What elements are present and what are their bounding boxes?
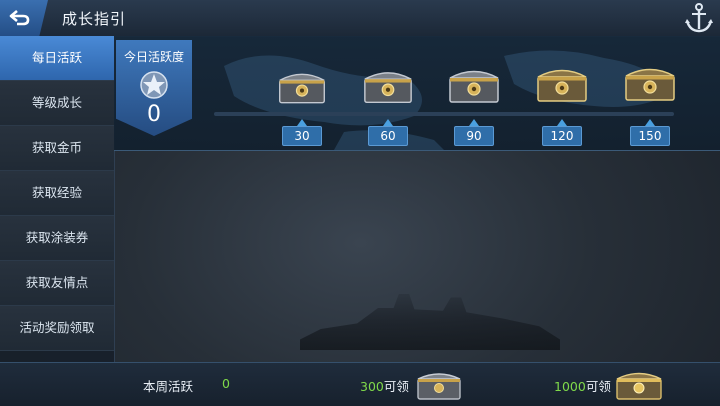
weekly-claim-label: 可领 bbox=[383, 379, 409, 394]
treasure-chest-icon bbox=[449, 70, 499, 103]
treasure-chest-icon bbox=[279, 73, 325, 104]
milestone-marker: 90 bbox=[454, 119, 494, 146]
today-activity-value: 0 bbox=[147, 102, 161, 127]
daily-activity-panel: 今日活跃度 0 30 60 90 120 150 bbox=[114, 36, 720, 151]
weekly-activity-bar: 本周活跃 0 300可领 1000可领 bbox=[0, 362, 720, 406]
star-rank-icon bbox=[140, 71, 168, 99]
activity-chest-60[interactable] bbox=[361, 63, 415, 109]
milestone-marker: 60 bbox=[368, 119, 408, 146]
treasure-chest-icon bbox=[364, 72, 412, 104]
treasure-chest-icon bbox=[625, 68, 675, 101]
milestone-value: 30 bbox=[282, 126, 322, 146]
anchor-icon bbox=[685, 3, 713, 33]
activity-chest-120[interactable] bbox=[533, 61, 591, 107]
weekly-chest-300[interactable] bbox=[415, 367, 463, 405]
activity-chest-90[interactable] bbox=[446, 62, 502, 108]
treasure-chest-icon bbox=[417, 373, 461, 400]
activity-chest-30[interactable] bbox=[276, 64, 328, 110]
weekly-activity-value: 0 bbox=[222, 376, 230, 391]
treasure-chest-icon bbox=[616, 372, 662, 400]
milestone-pointer-icon bbox=[557, 119, 567, 126]
milestone-pointer-icon bbox=[383, 119, 393, 126]
milestone-value: 150 bbox=[630, 126, 670, 146]
weekly-claim-1000: 1000可领 bbox=[554, 376, 611, 395]
milestone-value: 60 bbox=[368, 126, 408, 146]
weekly-claim-amount: 1000 bbox=[554, 379, 586, 394]
weekly-claim-label: 可领 bbox=[585, 379, 611, 394]
milestone-pointer-icon bbox=[645, 119, 655, 126]
back-button[interactable] bbox=[0, 0, 48, 36]
weekly-claim-300: 300可领 bbox=[360, 376, 409, 395]
sidebar-item-level-growth[interactable]: 等级成长 bbox=[0, 81, 114, 126]
sidebar: 每日活跃 等级成长 获取金币 获取经验 获取涂装券 获取友情点 活动奖励领取 bbox=[0, 36, 115, 362]
back-arrow-icon bbox=[9, 10, 30, 26]
milestone-value: 120 bbox=[542, 126, 582, 146]
sidebar-item-get-paint-voucher[interactable]: 获取涂装券 bbox=[0, 216, 114, 261]
weekly-activity-label: 本周活跃 bbox=[143, 379, 194, 394]
weekly-claim-amount: 300 bbox=[360, 379, 384, 394]
today-activity-badge: 今日活跃度 0 bbox=[116, 40, 192, 136]
weekly-chest-1000[interactable] bbox=[614, 367, 664, 405]
activity-chest-150[interactable] bbox=[620, 60, 680, 106]
sidebar-item-get-gold[interactable]: 获取金币 bbox=[0, 126, 114, 171]
milestone-pointer-icon bbox=[297, 119, 307, 126]
sidebar-item-event-rewards[interactable]: 活动奖励领取 bbox=[0, 306, 114, 351]
today-activity-label: 今日活跃度 bbox=[123, 50, 184, 64]
sidebar-item-daily-activity[interactable]: 每日活跃 bbox=[0, 36, 114, 81]
activity-progress-bar bbox=[214, 112, 674, 116]
sidebar-item-get-friendship-points[interactable]: 获取友情点 bbox=[0, 261, 114, 306]
milestone-marker: 120 bbox=[542, 119, 582, 146]
milestone-marker: 150 bbox=[630, 119, 670, 146]
sidebar-item-get-exp[interactable]: 获取经验 bbox=[0, 171, 114, 216]
treasure-chest-icon bbox=[537, 69, 587, 102]
milestone-pointer-icon bbox=[469, 119, 479, 126]
page-title: 成长指引 bbox=[62, 10, 127, 28]
milestone-marker: 30 bbox=[282, 119, 322, 146]
milestone-value: 90 bbox=[454, 126, 494, 146]
top-bar: 成长指引 bbox=[0, 0, 720, 37]
